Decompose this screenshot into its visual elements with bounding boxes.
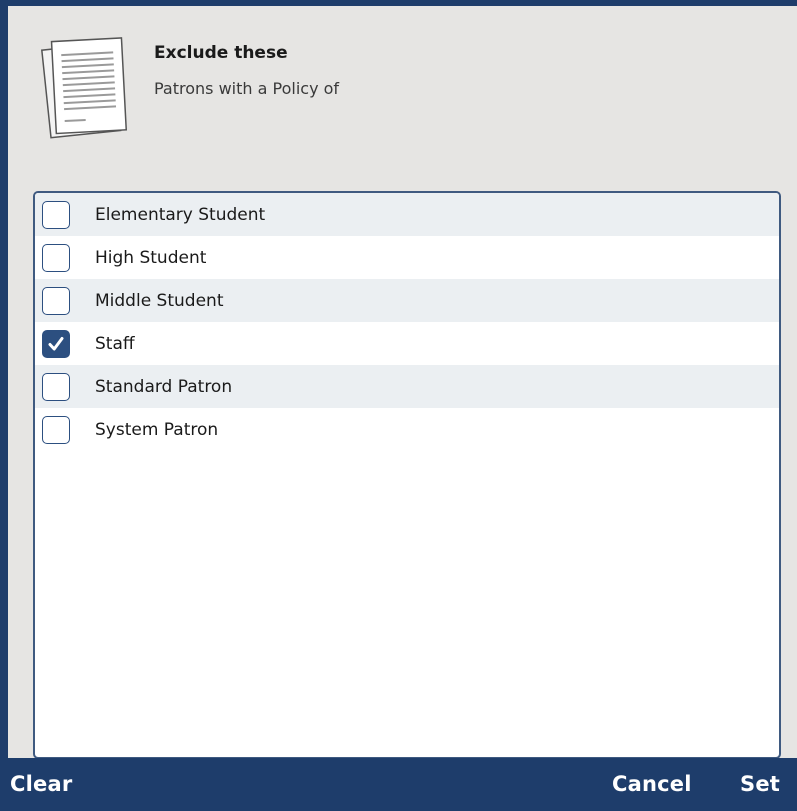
policy-row-system-patron[interactable]: System Patron [35, 408, 779, 451]
policy-label: Staff [95, 333, 135, 354]
policy-label: High Student [95, 247, 207, 268]
policy-label: Elementary Student [95, 204, 266, 225]
policy-row-high-student[interactable]: High Student [35, 236, 779, 279]
policy-row-standard-patron[interactable]: Standard Patron [35, 365, 779, 408]
policy-row-staff[interactable]: Staff [35, 322, 779, 365]
policy-label: Standard Patron [95, 376, 233, 397]
policy-list[interactable]: Elementary Student High Student Middle S… [33, 191, 781, 759]
cancel-button[interactable]: Cancel [612, 772, 692, 796]
policy-checkbox[interactable] [42, 372, 70, 401]
dialog-subtitle: Patrons with a Policy of [154, 79, 340, 98]
set-button[interactable]: Set [740, 772, 780, 796]
document-icon [40, 37, 128, 139]
policy-checkbox[interactable] [42, 243, 70, 272]
dialog-footer: Clear Cancel Set [0, 758, 797, 811]
policy-checkbox[interactable] [42, 286, 70, 315]
policy-checkbox[interactable] [42, 200, 70, 229]
policy-row-middle-student[interactable]: Middle Student [35, 279, 779, 322]
policy-checkbox[interactable] [42, 415, 70, 444]
checkmark-icon [48, 336, 64, 350]
policy-exclude-dialog: Exclude these Patrons with a Policy of E… [0, 0, 797, 811]
dialog-content: Exclude these Patrons with a Policy of E… [8, 6, 797, 759]
policy-label: System Patron [95, 419, 219, 440]
policy-row-elementary-student[interactable]: Elementary Student [35, 193, 779, 236]
dialog-title: Exclude these [154, 43, 288, 63]
policy-label: Middle Student [95, 290, 224, 311]
policy-checkbox-checked[interactable] [42, 329, 70, 358]
clear-button[interactable]: Clear [10, 772, 72, 796]
